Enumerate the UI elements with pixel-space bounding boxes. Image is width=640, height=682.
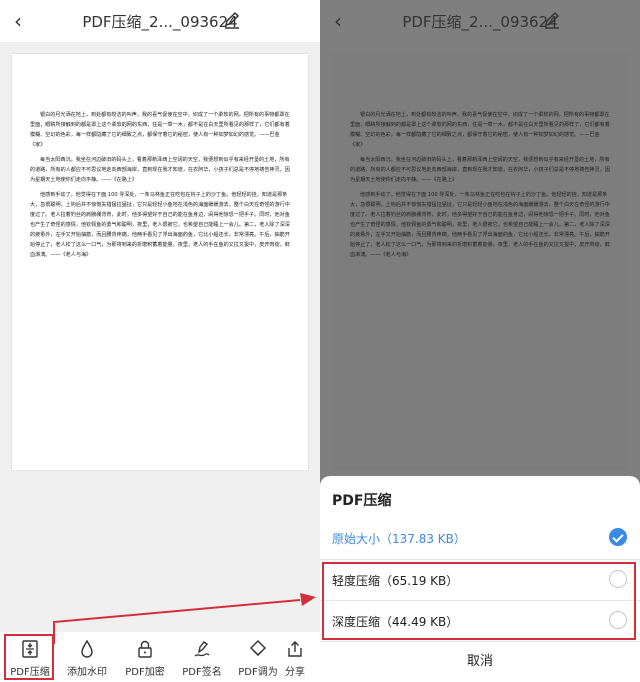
top-bar: ‹ PDF压缩_2..._093624: [0, 0, 320, 42]
tool-label: 添加水印: [67, 667, 107, 678]
option-original-size[interactable]: 原始大小（137.83 KB）: [320, 518, 640, 558]
pencil-icon: [544, 11, 560, 29]
back-button[interactable]: ‹: [14, 10, 30, 32]
share-icon: [288, 641, 302, 657]
left-screen: ‹ PDF压缩_2..._093624 银白的月光洒在地上，到处都有皎洁的叫声，…: [0, 0, 320, 682]
compress-highlight-box: [4, 634, 54, 680]
top-bar: ‹ PDF压缩_2..._093624: [320, 0, 640, 42]
compress-options-highlight-box: [322, 562, 636, 640]
sheet-title: PDF压缩: [332, 493, 392, 509]
paragraph: 每当太阳西沉，我坐在河边破旧的码头上，看着那新泽西上空阔的天空，我便想到似乎有来…: [30, 157, 290, 183]
watermark-drop-icon: [81, 640, 93, 658]
tool-pdf-sign[interactable]: PDF签名: [174, 632, 230, 682]
adjust-icon: [250, 640, 266, 656]
pencil-icon[interactable]: [223, 11, 241, 29]
back-button: ‹: [334, 9, 342, 33]
tool-pdf-encrypt[interactable]: PDF加密: [117, 632, 173, 682]
pdf-page-preview: 银白的月光洒在地上，到处都有皎洁的叫声，我的喜气促使在空中，织成了一个柔软的网，…: [332, 54, 628, 470]
pdf-page-preview: 银白的月光洒在地上，到处都有皎洁的叫声，我的喜气促使在空中，织成了一个柔软的网，…: [12, 54, 308, 470]
signature-pen-icon: [194, 641, 210, 657]
paragraph: 每当太阳西沉，我坐在河边破旧的码头上，看着那新泽西上空阔的天空，我便想到似乎有来…: [350, 157, 610, 183]
tool-add-watermark[interactable]: 添加水印: [59, 632, 115, 682]
paragraph: 银白的月光洒在地上，到处都有皎洁的叫声，我的喜气促使在空中，织成了一个柔软的网，…: [350, 112, 610, 148]
tool-label: PDF加密: [125, 667, 165, 678]
pdf-page-text: 银白的月光洒在地上，到处都有皎洁的叫声，我的喜气促使在空中，织成了一个柔软的网，…: [30, 110, 290, 265]
tool-label: PDF签名: [182, 667, 222, 678]
lock-icon: [138, 640, 152, 658]
option-label: 原始大小（137.83 KB）: [332, 532, 466, 546]
checkmark-icon[interactable]: [609, 528, 627, 546]
cancel-button[interactable]: 取消: [320, 642, 640, 682]
tool-label: 分享: [285, 667, 305, 678]
pdf-page-text: 银白的月光洒在地上，到处都有皎洁的叫声，我的喜气促使在空中，织成了一个柔软的网，…: [350, 110, 610, 265]
tool-share[interactable]: 分享: [267, 632, 320, 682]
paragraph: 银白的月光洒在地上，到处都有皎洁的叫声，我的喜气促使在空中，织成了一个柔软的网，…: [30, 112, 290, 148]
paragraph: 他感到手动了。他觉得在下面 100 寻深处，一条马林鱼正在吃包在钩子上的沙丁鱼。…: [350, 192, 610, 258]
paragraph: 他感到手动了。他觉得在下面 100 寻深处，一条马林鱼正在吃包在钩子上的沙丁鱼。…: [30, 192, 290, 258]
